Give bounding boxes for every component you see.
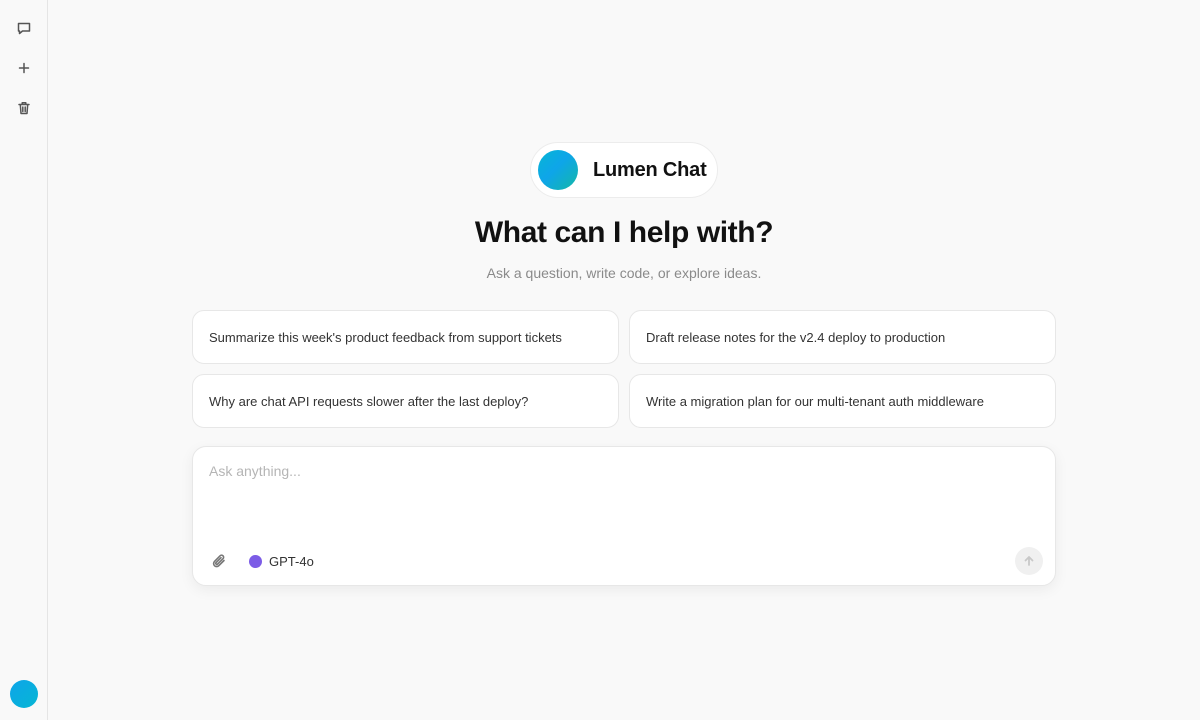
add-button[interactable] <box>12 56 36 80</box>
suggestion-card[interactable]: Summarize this week's product feedback f… <box>192 310 619 364</box>
brand-pill: Lumen Chat <box>530 142 718 198</box>
arrow-up-icon <box>1024 556 1034 566</box>
chat-bubble-icon <box>17 22 31 35</box>
model-color-dot <box>249 554 262 568</box>
delete-button[interactable] <box>12 96 36 120</box>
suggestion-card[interactable]: Write a migration plan for our multi-ten… <box>629 374 1056 428</box>
sidebar <box>0 0 48 720</box>
page-title: What can I help with? <box>474 216 774 249</box>
attach-button[interactable] <box>209 551 229 571</box>
composer: GPT-4o <box>192 446 1056 586</box>
new-chat-button[interactable] <box>12 16 36 40</box>
paperclip-icon <box>212 554 225 568</box>
model-selector[interactable]: GPT-4o <box>249 551 314 571</box>
page-subtitle: Ask a question, write code, or explore i… <box>486 265 762 281</box>
brand-name: Lumen Chat <box>593 158 707 181</box>
main-area: Lumen Chat What can I help with? Ask a q… <box>48 0 1200 720</box>
brand-logo <box>538 150 578 190</box>
suggestion-grid: Summarize this week's product feedback f… <box>192 310 1056 428</box>
model-label: GPT-4o <box>269 553 314 569</box>
suggestion-card[interactable]: Why are chat API requests slower after t… <box>192 374 619 428</box>
plus-icon <box>18 62 30 74</box>
trash-icon <box>18 102 30 115</box>
message-input[interactable] <box>209 463 1029 523</box>
suggestion-card[interactable]: Draft release notes for the v2.4 deploy … <box>629 310 1056 364</box>
send-button[interactable] <box>1015 547 1043 575</box>
avatar[interactable] <box>10 680 38 708</box>
